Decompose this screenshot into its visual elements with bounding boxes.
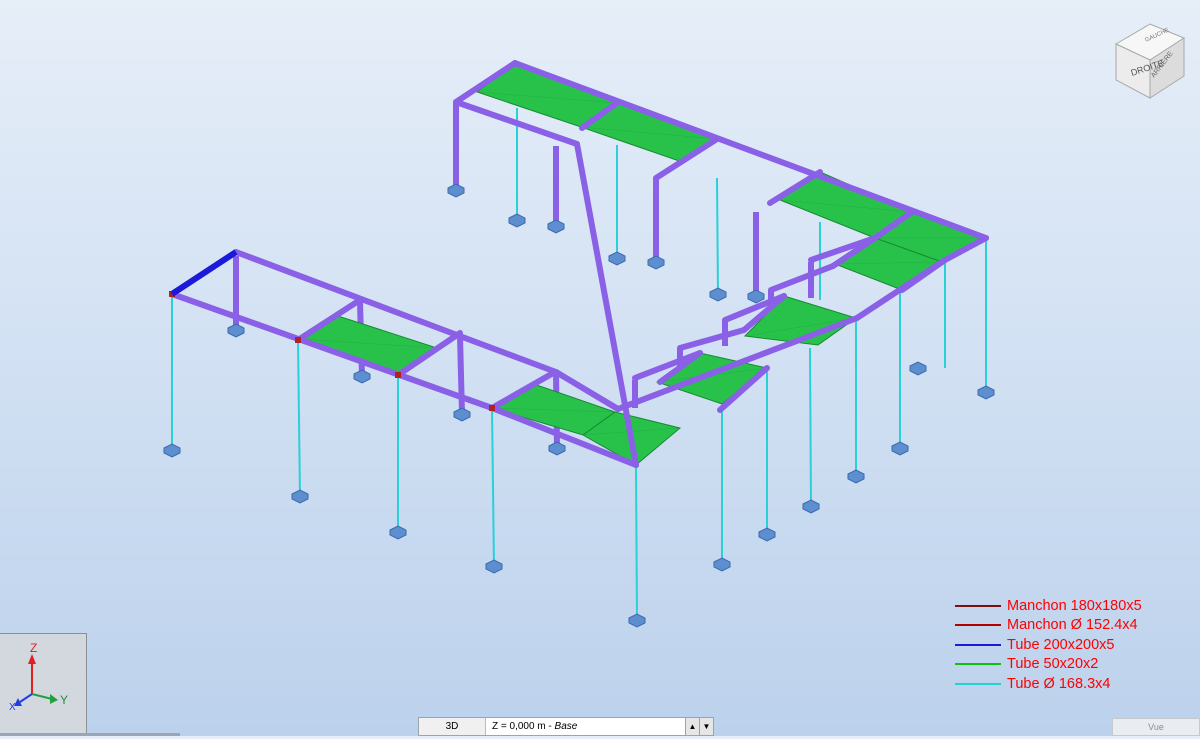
- footing: [647, 255, 665, 270]
- legend-swatch: [955, 682, 1001, 685]
- legend-swatch: [955, 643, 1001, 646]
- footing: [291, 489, 309, 504]
- legend-item: Manchon Ø 152.4x4: [955, 616, 1142, 636]
- axis-x-label: X: [9, 702, 16, 713]
- footing: [713, 557, 731, 572]
- legend-item: Tube 50x20x2: [955, 655, 1142, 675]
- footing: [547, 219, 565, 234]
- vue-field[interactable]: Vue: [1112, 718, 1200, 736]
- steel-beam: [512, 60, 989, 241]
- deck-panels: [298, 62, 988, 466]
- footing: [485, 559, 503, 574]
- footing: [758, 527, 776, 542]
- view-cube[interactable]: DROITE ARRIÈRE GAUCHE: [1110, 16, 1190, 106]
- legend-swatch: [955, 663, 1001, 666]
- sleeve-joint: [395, 372, 401, 378]
- steel-column: [297, 339, 301, 497]
- cube-icon: DROITE ARRIÈRE GAUCHE: [1114, 23, 1186, 99]
- legend-item: Tube Ø 168.3x4: [955, 674, 1142, 694]
- footing: [909, 361, 927, 376]
- legend-label: Manchon Ø 152.4x4: [1007, 617, 1138, 634]
- legend-label: Manchon 180x180x5: [1007, 597, 1142, 614]
- steel-column: [491, 407, 495, 567]
- section-legend: Manchon 180x180x5 Manchon Ø 152.4x4 Tube…: [955, 596, 1142, 694]
- footing: [163, 443, 181, 458]
- level-prefix: Z = 0,000 m -: [492, 721, 555, 732]
- level-up-button[interactable]: ▲: [685, 718, 699, 735]
- steel-column: [809, 347, 812, 507]
- view-status-bar: 3D Z = 0,000 m - Base ▲ ▼: [418, 717, 714, 736]
- legend-item: Tube 200x200x5: [955, 635, 1142, 655]
- legend-label: Tube Ø 168.3x4: [1007, 675, 1111, 692]
- level-name: Base: [554, 721, 578, 732]
- steel-beam: [454, 332, 559, 375]
- steel-beam: [169, 291, 495, 411]
- footing: [709, 287, 727, 302]
- footing: [453, 407, 471, 422]
- footing: [608, 251, 626, 266]
- footing: [508, 213, 526, 228]
- legend-swatch: [955, 604, 1001, 607]
- axis-triad-panel: Z Y X: [0, 633, 87, 734]
- axis-z-label: Z: [30, 641, 37, 655]
- cyan-columns: [171, 108, 987, 621]
- sleeve-joint: [489, 405, 495, 411]
- sleeve-joint: [295, 337, 301, 343]
- steel-column: [635, 464, 638, 621]
- axis-triad-icon: Z Y X: [9, 641, 68, 713]
- footing: [227, 323, 245, 338]
- level-selector[interactable]: Z = 0,000 m - Base: [486, 718, 685, 735]
- footing: [353, 369, 371, 384]
- legend-label: Tube 50x20x2: [1007, 656, 1099, 673]
- footing: [747, 289, 765, 304]
- level-down-button[interactable]: ▼: [699, 718, 713, 735]
- legend-swatch: [955, 624, 1001, 627]
- legend-label: Tube 200x200x5: [1007, 636, 1115, 653]
- steel-beam: [768, 263, 836, 293]
- footing: [628, 613, 646, 628]
- footing: [891, 441, 909, 456]
- footing: [389, 525, 407, 540]
- steel-post: [457, 335, 465, 415]
- footing: [447, 183, 465, 198]
- view-mode-button[interactable]: 3D: [419, 718, 486, 735]
- steel-column: [716, 177, 719, 295]
- footing: [847, 469, 865, 484]
- footing: [802, 499, 820, 514]
- steel-beam: [677, 327, 747, 351]
- axis-y-label: Y: [60, 693, 68, 707]
- blue-tube-segment: [170, 249, 238, 297]
- footing: [548, 441, 566, 456]
- footing: [977, 385, 995, 400]
- legend-item: Manchon 180x180x5: [955, 596, 1142, 616]
